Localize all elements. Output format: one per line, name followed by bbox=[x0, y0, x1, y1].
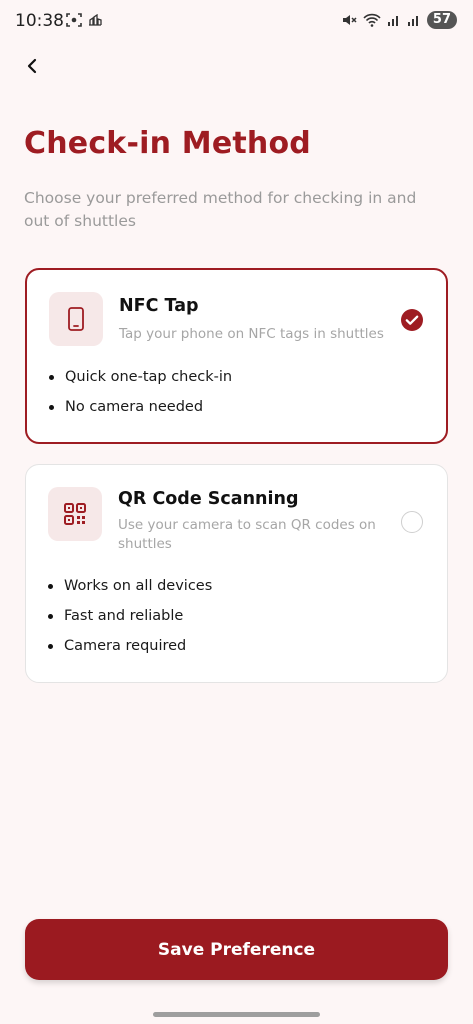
mute-icon bbox=[342, 15, 357, 25]
page-title: Check-in Method bbox=[24, 126, 311, 161]
signal-icon-secondary bbox=[407, 16, 418, 26]
option-description: Use your camera to scan QR codes on shut… bbox=[118, 517, 376, 552]
status-bar: 10:38 57 bbox=[0, 0, 473, 42]
qr-icon-container bbox=[48, 487, 102, 541]
status-right-icons: 57 bbox=[341, 11, 457, 29]
feature-list: Quick one-tap check-in No camera needed bbox=[49, 362, 232, 422]
qr-code-icon bbox=[64, 503, 86, 525]
check-circle-icon[interactable] bbox=[400, 308, 424, 332]
option-description: Tap your phone on NFC tags in shuttles bbox=[119, 326, 384, 342]
save-preference-button[interactable]: Save Preference bbox=[25, 919, 448, 980]
feature-item: Quick one-tap check-in bbox=[49, 362, 232, 392]
screen: 10:38 57 Check-in Method Choose your pre… bbox=[0, 0, 473, 1024]
screenshot-icon bbox=[66, 13, 82, 27]
back-button[interactable] bbox=[18, 52, 46, 80]
radio-unselected[interactable] bbox=[401, 511, 423, 533]
nfc-icon-container bbox=[49, 292, 103, 346]
feature-item: Fast and reliable bbox=[48, 601, 212, 631]
option-card-nfc[interactable]: NFC Tap Tap your phone on NFC tags in sh… bbox=[25, 268, 448, 444]
page-subtitle: Choose your preferred method for checkin… bbox=[24, 189, 417, 230]
home-indicator[interactable] bbox=[153, 1012, 320, 1017]
phone-icon bbox=[68, 307, 84, 331]
status-left-icons bbox=[66, 13, 102, 27]
chevron-left-icon bbox=[27, 58, 37, 74]
wifi-icon bbox=[363, 13, 381, 27]
battery-indicator: 57 bbox=[426, 11, 457, 29]
feature-item: Works on all devices bbox=[48, 571, 212, 601]
feature-item: Camera required bbox=[48, 631, 212, 661]
status-time: 10:38 bbox=[15, 11, 64, 31]
feature-item: No camera needed bbox=[49, 392, 232, 422]
signal-icon bbox=[387, 16, 398, 26]
option-title: NFC Tap bbox=[119, 296, 199, 316]
feature-list: Works on all devices Fast and reliable C… bbox=[48, 571, 212, 661]
option-card-qr[interactable]: QR Code Scanning Use your camera to scan… bbox=[25, 464, 448, 683]
option-title: QR Code Scanning bbox=[118, 489, 299, 509]
app-notification-icon bbox=[89, 14, 102, 26]
